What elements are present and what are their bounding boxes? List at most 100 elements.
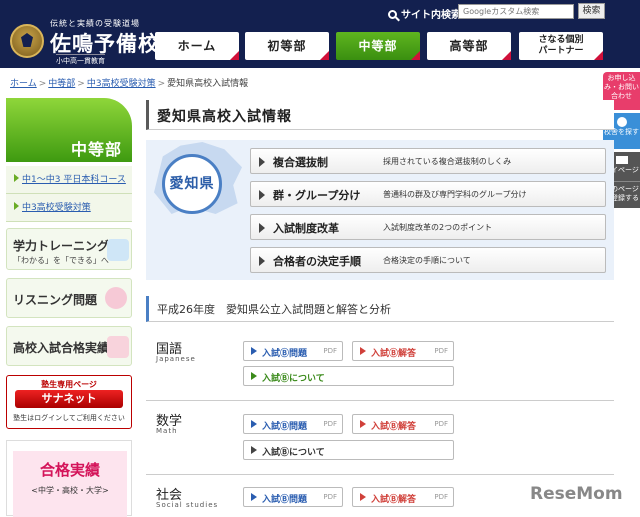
menu-description: 採用されている複合選抜制のしくみ bbox=[383, 157, 512, 166]
arrow-right-icon bbox=[251, 372, 257, 380]
menu-exam-reform[interactable]: 入試制度改革 入試制度改革の2つのポイント bbox=[250, 214, 606, 240]
button-label: 入試Ⓑ解答 bbox=[371, 495, 417, 505]
exam-section-header: 平成26年度 愛知県公立入試問題と解答と分析 bbox=[146, 296, 614, 322]
sanet-note: 塾生はログインしてご利用ください bbox=[13, 414, 125, 422]
search-button[interactable]: 検索 bbox=[578, 3, 605, 19]
pdf-tag: PDF bbox=[434, 420, 448, 428]
pdf-tag: PDF bbox=[434, 347, 448, 355]
menu-label: 群・グループ分け bbox=[273, 189, 361, 202]
menu-label: 複合選抜制 bbox=[273, 156, 328, 169]
school-subtitle: 小中高一貫教育 bbox=[56, 54, 105, 66]
page-title: 愛知県高校入試情報 bbox=[157, 109, 292, 125]
subject-divider bbox=[146, 400, 614, 401]
exam-section-title: 平成26年度 愛知県公立入試問題と解答と分析 bbox=[157, 303, 391, 316]
arrow-right-icon bbox=[360, 420, 366, 428]
menu-description: 入試制度改革の2つのポイント bbox=[383, 223, 493, 232]
menu-group-division[interactable]: 群・グループ分け 普通科の群及び専門学科のグループ分け bbox=[250, 181, 606, 207]
breadcrumb-home[interactable]: ホーム bbox=[10, 79, 37, 89]
menu-label: 合格者の決定手順 bbox=[273, 255, 361, 268]
menu-description: 合格決定の手順について bbox=[383, 256, 471, 265]
resemom-watermark: ReseMom bbox=[530, 484, 623, 504]
arrow-right-icon bbox=[360, 493, 366, 501]
menu-composite-selection[interactable]: 複合選抜制 採用されている複合選抜制のしくみ bbox=[250, 148, 606, 174]
math-question-pdf-button[interactable]: 入試Ⓑ問題 PDF bbox=[243, 414, 343, 434]
subject-english-name: Social studies bbox=[156, 501, 219, 509]
training-subtitle: 「わかる」を「できる」へ bbox=[13, 256, 109, 265]
nav-partner-line1: さなる個別 bbox=[538, 35, 584, 45]
search-input[interactable] bbox=[458, 4, 574, 19]
sidebar-hero: 中等部 bbox=[6, 98, 132, 162]
button-label: 入試Ⓑ問題 bbox=[262, 422, 308, 432]
sanet-header: 塾生専用ページ bbox=[41, 380, 97, 389]
nav-high-school[interactable]: 高等部 bbox=[427, 32, 511, 60]
results-banner[interactable]: 高校入試合格実績 bbox=[6, 326, 132, 366]
pdf-tag: PDF bbox=[323, 493, 337, 501]
arrow-right-icon bbox=[14, 202, 19, 210]
pencil-icon bbox=[107, 239, 129, 261]
prefecture-badge: 愛知県 bbox=[162, 154, 222, 214]
nav-elementary[interactable]: 初等部 bbox=[245, 32, 329, 60]
menu-pass-procedure[interactable]: 合格者の決定手順 合格決定の手順について bbox=[250, 247, 606, 273]
sanet-banner: 塾生専用ページ サナネット 塾生はログインしてご利用ください bbox=[6, 375, 132, 429]
arrow-right-icon bbox=[251, 420, 257, 428]
pdf-tag: PDF bbox=[323, 420, 337, 428]
breadcrumb-exam-prep[interactable]: 中3高校受験対策 bbox=[87, 79, 156, 89]
gokaku-title: 合格実績 bbox=[39, 461, 100, 479]
social-answer-pdf-button[interactable]: 入試Ⓑ解答 PDF bbox=[352, 487, 454, 507]
math-about-button[interactable]: 入試Ⓑについて bbox=[243, 440, 454, 460]
social-question-pdf-button[interactable]: 入試Ⓑ問題 PDF bbox=[243, 487, 343, 507]
site-header: 伝統と実績の受験道場 佐鳴予備校 小中高一貫教育 サイト内検索 検索 ホーム 初… bbox=[0, 0, 640, 68]
training-banner[interactable]: 学力トレーニング 「わかる」を「できる」へ bbox=[6, 228, 132, 270]
breadcrumb-separator: > bbox=[77, 79, 85, 89]
button-label: 入試Ⓑについて bbox=[262, 448, 325, 458]
arrow-right-icon bbox=[251, 446, 257, 454]
nav-home[interactable]: ホーム bbox=[155, 32, 239, 60]
gokaku-banner[interactable]: 合格実績 <中学・高校・大学> bbox=[6, 440, 132, 517]
headphones-icon bbox=[105, 287, 127, 309]
breadcrumb-current: 愛知県高校入試情報 bbox=[167, 79, 249, 89]
nav-partner-line2: パートナー bbox=[538, 46, 584, 56]
arrow-right-icon bbox=[259, 190, 265, 200]
sidebar-link-label: 中3高校受験対策 bbox=[22, 203, 91, 213]
flower-icon bbox=[107, 336, 129, 358]
math-answer-pdf-button[interactable]: 入試Ⓑ解答 PDF bbox=[352, 414, 454, 434]
japanese-answer-pdf-button[interactable]: 入試Ⓑ解答 PDF bbox=[352, 341, 454, 361]
japanese-question-pdf-button[interactable]: 入試Ⓑ問題 PDF bbox=[243, 341, 343, 361]
arrow-right-icon bbox=[14, 174, 19, 182]
arrow-right-icon bbox=[259, 157, 265, 167]
arrow-right-icon bbox=[251, 493, 257, 501]
nav-junior-high[interactable]: 中等部 bbox=[336, 32, 420, 60]
button-label: 入試Ⓑについて bbox=[262, 374, 325, 384]
button-label: 入試Ⓑ解答 bbox=[371, 422, 417, 432]
nav-partner[interactable]: さなる個別 パートナー bbox=[519, 32, 603, 60]
location-pin-icon bbox=[616, 117, 627, 127]
search-icon bbox=[388, 10, 397, 19]
listening-banner[interactable]: リスニング問題 bbox=[6, 278, 132, 318]
sidebar-link-weekday-course[interactable]: 中1〜中3 平日本科コース bbox=[6, 166, 132, 194]
japanese-about-button[interactable]: 入試Ⓑについて bbox=[243, 366, 454, 386]
arrow-right-icon bbox=[360, 347, 366, 355]
arrow-right-icon bbox=[259, 256, 265, 266]
breadcrumb-separator: > bbox=[157, 79, 166, 89]
breadcrumb-separator: > bbox=[38, 79, 47, 89]
pdf-tag: PDF bbox=[323, 347, 337, 355]
subject-divider bbox=[146, 474, 614, 475]
sidebar-link-label: 中1〜中3 平日本科コース bbox=[22, 175, 126, 185]
training-title: 学力トレーニング bbox=[13, 239, 110, 253]
sanet-button[interactable]: サナネット bbox=[15, 390, 123, 408]
pdf-tag: PDF bbox=[434, 493, 448, 501]
gokaku-subtitle: <中学・高校・大学> bbox=[31, 486, 109, 495]
results-title: 高校入試合格実績 bbox=[13, 341, 110, 355]
site-search-label: サイト内検索 bbox=[388, 6, 461, 21]
gokaku-panel: 合格実績 <中学・高校・大学> bbox=[13, 451, 127, 517]
arrow-right-icon bbox=[251, 347, 257, 355]
button-label: 入試Ⓑ解答 bbox=[371, 349, 417, 359]
breadcrumb-junior-high[interactable]: 中等部 bbox=[48, 79, 75, 89]
site-logo[interactable]: 伝統と実績の受験道場 佐鳴予備校 小中高一貫教育 bbox=[10, 18, 159, 66]
sidebar-link-exam-prep[interactable]: 中3高校受験対策 bbox=[6, 194, 132, 222]
breadcrumb: ホーム > 中等部 > 中3高校受験対策 > 愛知県高校入試情報 bbox=[10, 76, 248, 89]
menu-description: 普通科の群及び専門学科のグループ分け bbox=[383, 190, 527, 199]
subject-english-name: Math bbox=[156, 427, 178, 435]
site-search-text: サイト内検索 bbox=[401, 10, 461, 21]
subject-english-name: Japanese bbox=[156, 355, 196, 363]
